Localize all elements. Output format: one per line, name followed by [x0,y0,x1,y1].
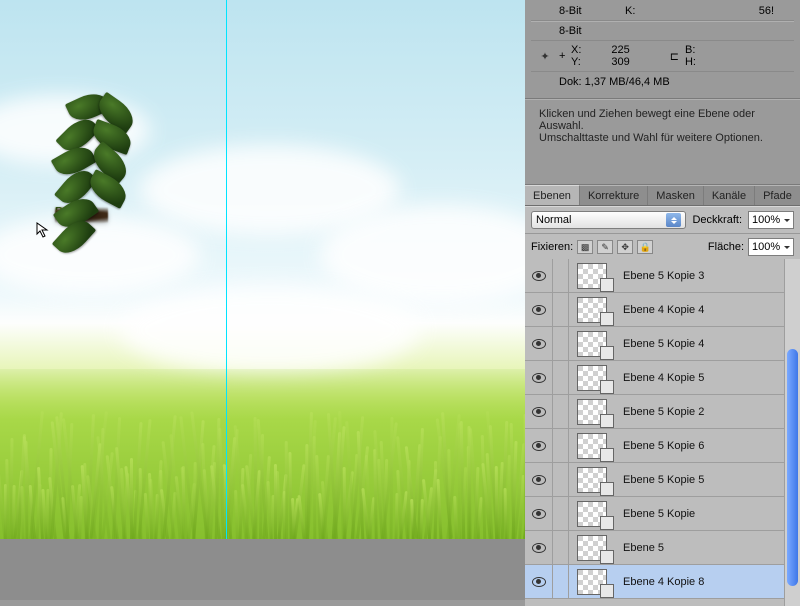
eye-icon [532,373,546,383]
layer-thumbnail[interactable] [577,263,607,289]
crosshair-icon: ✦ [531,50,559,63]
tab-channels[interactable]: Kanäle [704,186,755,205]
scrollbar[interactable] [784,259,800,606]
layer-row[interactable]: Ebene 4 Kopie 8 [525,565,784,599]
layer-thumbnail[interactable] [577,501,607,527]
eye-icon [532,339,546,349]
layer-name[interactable]: Ebene 5 Kopie 4 [623,338,704,350]
canvas-area[interactable]: PSD [0,0,525,600]
eye-icon [532,441,546,451]
tab-paths[interactable]: Pfade [755,186,800,205]
grass [0,369,525,539]
blend-mode-select[interactable]: Normal [531,211,686,229]
layer-row[interactable]: Ebene 4 Kopie 5 [525,361,784,395]
visibility-toggle[interactable] [525,361,553,394]
tool-hint: Klicken und Ziehen bewegt eine Ebene ode… [525,99,800,185]
visibility-toggle[interactable] [525,327,553,360]
info-panel: 8-Bit K: 56! 8-Bit ✦ + X:Y: 225309 ⊏ B:H… [525,0,800,99]
tab-adjustments[interactable]: Korrekture [580,186,648,205]
panel-tabs: Ebenen Korrekture Masken Kanäle Pfade [525,185,800,206]
layer-row[interactable]: Ebene 5 Kopie 3 [525,259,784,293]
layer-thumbnail[interactable] [577,399,607,425]
layer-row[interactable]: Ebene 5 Kopie 6 [525,429,784,463]
layer-thumbnail[interactable] [577,467,607,493]
eye-icon [532,577,546,587]
move-cursor-icon [36,222,52,238]
opacity-label: Deckkraft: [692,214,742,226]
layer-row[interactable]: Ebene 5 Kopie 2 [525,395,784,429]
lock-transparent-icon[interactable]: ▩ [577,240,593,254]
visibility-toggle[interactable] [525,497,553,530]
doc-size: Dok: 1,37 MB/46,4 MB [531,72,794,92]
dimensions-icon: ⊏ [670,50,679,63]
lock-label: Fixieren: [531,241,573,253]
layer-thumbnail[interactable] [577,297,607,323]
tab-layers[interactable]: Ebenen [525,185,580,205]
eye-icon [532,271,546,281]
layer-row[interactable]: Ebene 5 Kopie 5 [525,463,784,497]
layer-name[interactable]: Ebene 4 Kopie 5 [623,372,704,384]
lock-pixels-icon[interactable]: ✎ [597,240,613,254]
layers-panel: Normal Deckkraft: 100% Fixieren: ▩ ✎ ✥ 🔒… [525,206,800,606]
layer-thumbnail[interactable] [577,433,607,459]
layer-name[interactable]: Ebene 4 Kopie 4 [623,304,704,316]
opacity-input[interactable]: 100% [748,211,794,229]
eye-icon [532,407,546,417]
layer-thumbnail[interactable] [577,569,607,595]
eye-icon [532,475,546,485]
fill-label: Fläche: [708,241,744,253]
layer-name[interactable]: Ebene 5 Kopie 6 [623,440,704,452]
eye-icon [532,509,546,519]
visibility-toggle[interactable] [525,293,553,326]
lock-all-icon[interactable]: 🔒 [637,240,653,254]
artboard[interactable]: PSD [0,0,525,539]
layer-row[interactable]: Ebene 4 Kopie 4 [525,293,784,327]
layer-thumbnail[interactable] [577,535,607,561]
layer-thumbnail[interactable] [577,365,607,391]
layer-name[interactable]: Ebene 5 Kopie 2 [623,406,704,418]
eye-icon [532,305,546,315]
leaf-cluster [48,95,138,265]
layer-name[interactable]: Ebene 5 Kopie 3 [623,270,704,282]
eye-icon [532,543,546,553]
visibility-toggle[interactable] [525,429,553,462]
layer-row[interactable]: Ebene 5 Kopie [525,497,784,531]
visibility-toggle[interactable] [525,395,553,428]
tab-masks[interactable]: Masken [648,186,704,205]
layer-name[interactable]: Ebene 4 Kopie 8 [623,576,704,588]
layer-row[interactable]: Ebene 5 [525,531,784,565]
fill-input[interactable]: 100% [748,238,794,256]
layer-row[interactable]: Ebene 5 Kopie 4 [525,327,784,361]
visibility-toggle[interactable] [525,259,553,292]
visibility-toggle[interactable] [525,463,553,496]
lock-position-icon[interactable]: ✥ [617,240,633,254]
scroll-thumb[interactable] [787,349,798,586]
layer-list[interactable]: Ebene 5 Kopie 3 Ebene 4 Kopie 4 Ebene 5 Ko… [525,259,784,606]
panels: 8-Bit K: 56! 8-Bit ✦ + X:Y: 225309 ⊏ B:H… [525,0,800,600]
layer-name[interactable]: Ebene 5 Kopie [623,508,695,520]
layer-name[interactable]: Ebene 5 [623,542,664,554]
visibility-toggle[interactable] [525,531,553,564]
layer-thumbnail[interactable] [577,331,607,357]
vertical-guide[interactable] [226,0,227,539]
layer-name[interactable]: Ebene 5 Kopie 5 [623,474,704,486]
visibility-toggle[interactable] [525,565,553,598]
